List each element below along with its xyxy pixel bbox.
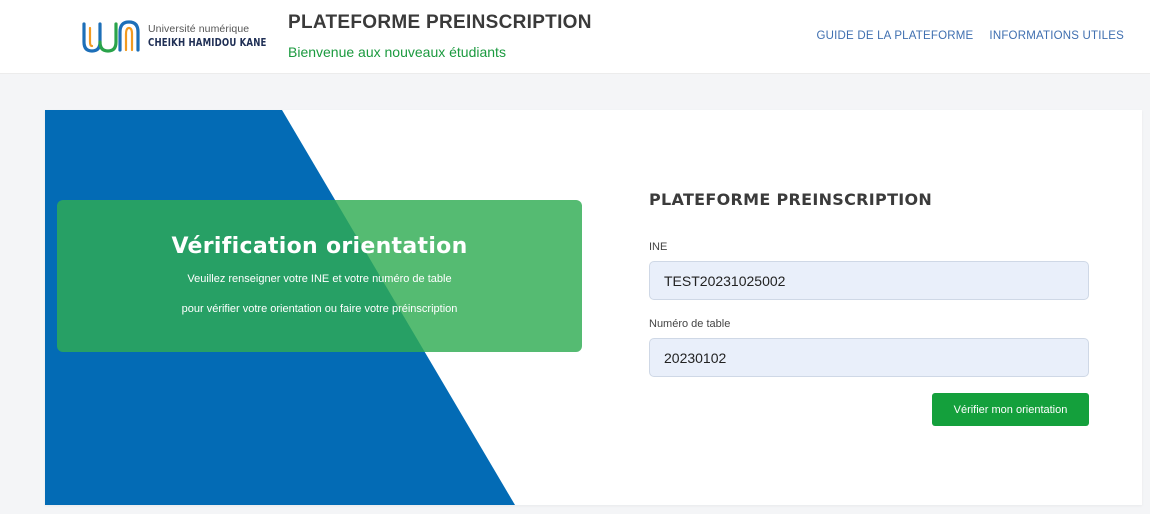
verification-banner: Vérification orientation Veuillez rensei… [57, 200, 582, 352]
logo-text: Université numérique CHEIKH HAMIDOU KANE [148, 24, 300, 49]
verify-orientation-button[interactable]: Vérifier mon orientation [932, 393, 1089, 426]
table-number-label: Numéro de table [649, 318, 731, 330]
nav-link-informations[interactable]: INFORMATIONS UTILES [989, 30, 1124, 42]
ine-input[interactable] [649, 261, 1089, 300]
site-title: PLATEFORME PREINSCRIPTION [288, 12, 592, 33]
banner-instruction-1: Veuillez renseigner votre INE et votre n… [187, 273, 452, 285]
header: Université numérique CHEIKH HAMIDOU KANE… [0, 0, 1150, 74]
university-logo-icon [82, 20, 140, 53]
site-subtitle: Bienvenue aux nouveaux étudiants [288, 44, 506, 60]
nav-link-guide[interactable]: GUIDE DE LA PLATEFORME [817, 30, 974, 42]
banner-title: Vérification orientation [171, 234, 468, 259]
verification-form: PLATEFORME PREINSCRIPTION INE Numéro de … [649, 190, 1089, 426]
top-nav: GUIDE DE LA PLATEFORME INFORMATIONS UTIL… [817, 30, 1125, 42]
logo[interactable]: Université numérique CHEIKH HAMIDOU KANE [80, 14, 266, 58]
banner-instruction-2: pour vérifier votre orientation ou faire… [181, 303, 458, 315]
login-card: Vérification orientation Veuillez rensei… [45, 110, 1142, 505]
logo-line-university: Université numérique [148, 22, 250, 35]
logo-line-name: CHEIKH HAMIDOU KANE [148, 36, 267, 50]
form-title: PLATEFORME PREINSCRIPTION [649, 190, 933, 209]
table-number-input[interactable] [649, 338, 1089, 377]
ine-label: INE [649, 241, 668, 253]
